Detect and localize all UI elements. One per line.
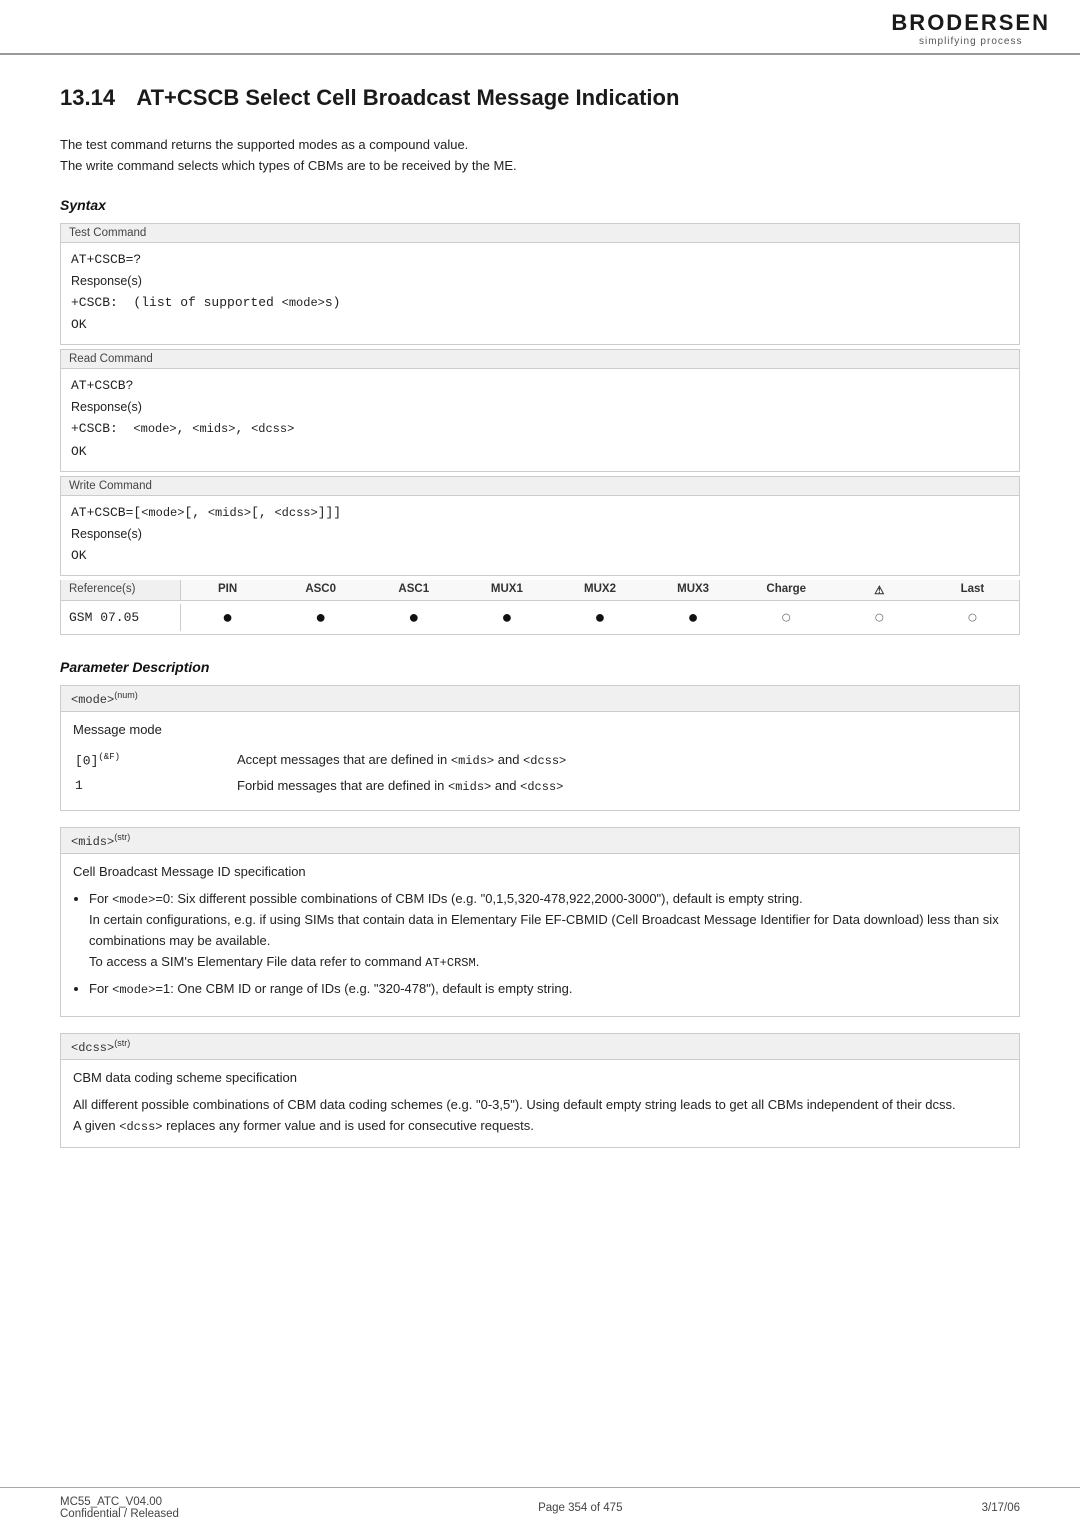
col-warning: ⚠︎: [833, 580, 926, 600]
command-blocks: Test Command AT+CSCB=? Response(s) +CSCB…: [60, 223, 1020, 636]
mode-val-0: [0](&F): [75, 749, 235, 773]
section-title-text: AT+CSCB Select Cell Broadcast Message In…: [136, 85, 679, 110]
param-mode-header: <mode>(num): [61, 686, 1019, 712]
dot-asc0: ●: [274, 601, 367, 634]
test-command-header: Test Command: [61, 224, 1019, 243]
read-command-header: Read Command: [61, 350, 1019, 369]
logo-text: BRODERSEN: [891, 10, 1050, 36]
mode-desc-0: Accept messages that are defined in <mid…: [237, 749, 1005, 773]
param-dcss-body: CBM data coding scheme specification All…: [61, 1060, 1019, 1147]
mode-desc-1: Forbid messages that are defined in <mid…: [237, 775, 1005, 798]
param-mode-values: [0](&F) Accept messages that are defined…: [73, 747, 1007, 800]
dot-mux2: ●: [553, 601, 646, 634]
col-pin: PIN: [181, 580, 274, 600]
write-command-text: AT+CSCB=[<mode>[, <mids>[, <dcss>]]]: [71, 502, 1009, 524]
param-dcss-block: <dcss>(str) CBM data coding scheme speci…: [60, 1033, 1020, 1148]
param-dcss-text-1: All different possible combinations of C…: [73, 1095, 1007, 1137]
param-mode-body: Message mode [0](&F) Accept messages tha…: [61, 712, 1019, 810]
param-heading: Parameter Description: [60, 659, 1020, 675]
footer-status: Confidential / Released: [60, 1508, 179, 1520]
reference-label: Reference(s): [61, 580, 181, 600]
test-ok: OK: [71, 314, 1009, 336]
syntax-heading: Syntax: [60, 197, 1020, 213]
test-command-body: AT+CSCB=? Response(s) +CSCB: (list of su…: [61, 243, 1019, 345]
dot-mux3: ●: [647, 601, 740, 634]
param-mode-name: Message mode: [73, 720, 1007, 741]
ref-header: Reference(s) PIN ASC0 ASC1 MUX1 MUX2 MUX…: [61, 580, 1019, 601]
param-mode-val-0: [0](&F) Accept messages that are defined…: [75, 749, 1005, 773]
ref-data-row: GSM 07.05 ● ● ● ● ● ● ○ ○ ○: [61, 601, 1019, 634]
read-command-block: Read Command AT+CSCB? Response(s) +CSCB:…: [60, 349, 1020, 472]
write-response-label: Response(s): [71, 524, 1009, 545]
col-mux2: MUX2: [553, 580, 646, 600]
logo-subtitle: simplifying process: [891, 36, 1050, 47]
section-number: 13.14: [60, 85, 115, 110]
dot-last: ○: [926, 601, 1019, 634]
ref-gsm-label: GSM 07.05: [61, 604, 181, 631]
intro-line-1: The test command returns the supported m…: [60, 135, 1020, 156]
logo: BRODERSEN simplifying process: [891, 10, 1050, 47]
read-ok: OK: [71, 441, 1009, 463]
test-response-label: Response(s): [71, 271, 1009, 292]
col-asc0: ASC0: [274, 580, 367, 600]
param-dcss-header: <dcss>(str): [61, 1034, 1019, 1060]
intro-text: The test command returns the supported m…: [60, 135, 1020, 177]
footer-doc-id: MC55_ATC_V04.00: [60, 1496, 179, 1508]
write-command-body: AT+CSCB=[<mode>[, <mids>[, <dcss>]]] Res…: [61, 496, 1019, 575]
param-mids-block: <mids>(str) Cell Broadcast Message ID sp…: [60, 827, 1020, 1017]
dot-asc1: ●: [367, 601, 460, 634]
reference-block: Reference(s) PIN ASC0 ASC1 MUX1 MUX2 MUX…: [60, 580, 1020, 635]
ref-dots-row: ● ● ● ● ● ● ○ ○ ○: [181, 601, 1019, 634]
footer-center: Page 354 of 475: [538, 1502, 622, 1514]
read-command-body: AT+CSCB? Response(s) +CSCB: <mode>, <mid…: [61, 369, 1019, 471]
write-command-block: Write Command AT+CSCB=[<mode>[, <mids>[,…: [60, 476, 1020, 576]
page-footer: MC55_ATC_V04.00 Confidential / Released …: [0, 1487, 1080, 1528]
col-mux3: MUX3: [647, 580, 740, 600]
param-mids-bullets: For <mode>=0: Six different possible com…: [89, 889, 1007, 1000]
read-command-text: AT+CSCB?: [71, 375, 1009, 397]
col-charge: Charge: [740, 580, 833, 600]
param-mids-body: Cell Broadcast Message ID specification …: [61, 854, 1019, 1016]
intro-line-2: The write command selects which types of…: [60, 156, 1020, 177]
col-last: Last: [926, 580, 1019, 600]
dot-pin: ●: [181, 601, 274, 634]
mids-bullet-0: For <mode>=0: Six different possible com…: [89, 889, 1007, 973]
param-mode-val-1: 1 Forbid messages that are defined in <m…: [75, 775, 1005, 798]
read-response-text: +CSCB: <mode>, <mids>, <dcss>: [71, 418, 1009, 440]
footer-date: 3/17/06: [982, 1502, 1020, 1514]
dot-charge: ○: [740, 601, 833, 634]
param-dcss-name: CBM data coding scheme specification: [73, 1068, 1007, 1089]
dot-warning: ○: [833, 601, 926, 634]
mids-bullet-1: For <mode>=1: One CBM ID or range of IDs…: [89, 979, 1007, 1000]
read-response-label: Response(s): [71, 397, 1009, 418]
write-command-header: Write Command: [61, 477, 1019, 496]
section-title: 13.14 AT+CSCB Select Cell Broadcast Mess…: [60, 85, 1020, 115]
parameter-section: Parameter Description <mode>(num) Messag…: [60, 659, 1020, 1148]
mode-val-1: 1: [75, 775, 235, 798]
main-content: 13.14 AT+CSCB Select Cell Broadcast Mess…: [0, 55, 1080, 1244]
col-mux1: MUX1: [460, 580, 553, 600]
param-mids-header: <mids>(str): [61, 828, 1019, 854]
param-mode-block: <mode>(num) Message mode [0](&F) Accept …: [60, 685, 1020, 811]
write-ok: OK: [71, 545, 1009, 567]
param-mids-name: Cell Broadcast Message ID specification: [73, 862, 1007, 883]
page-header: BRODERSEN simplifying process: [0, 0, 1080, 55]
test-command-text: AT+CSCB=?: [71, 249, 1009, 271]
col-asc1: ASC1: [367, 580, 460, 600]
footer-left: MC55_ATC_V04.00 Confidential / Released: [60, 1496, 179, 1520]
ref-col-headers: PIN ASC0 ASC1 MUX1 MUX2 MUX3 Charge ⚠︎ L…: [181, 580, 1019, 600]
dot-mux1: ●: [460, 601, 553, 634]
test-response-text: +CSCB: (list of supported <mode>s): [71, 292, 1009, 314]
test-command-block: Test Command AT+CSCB=? Response(s) +CSCB…: [60, 223, 1020, 346]
